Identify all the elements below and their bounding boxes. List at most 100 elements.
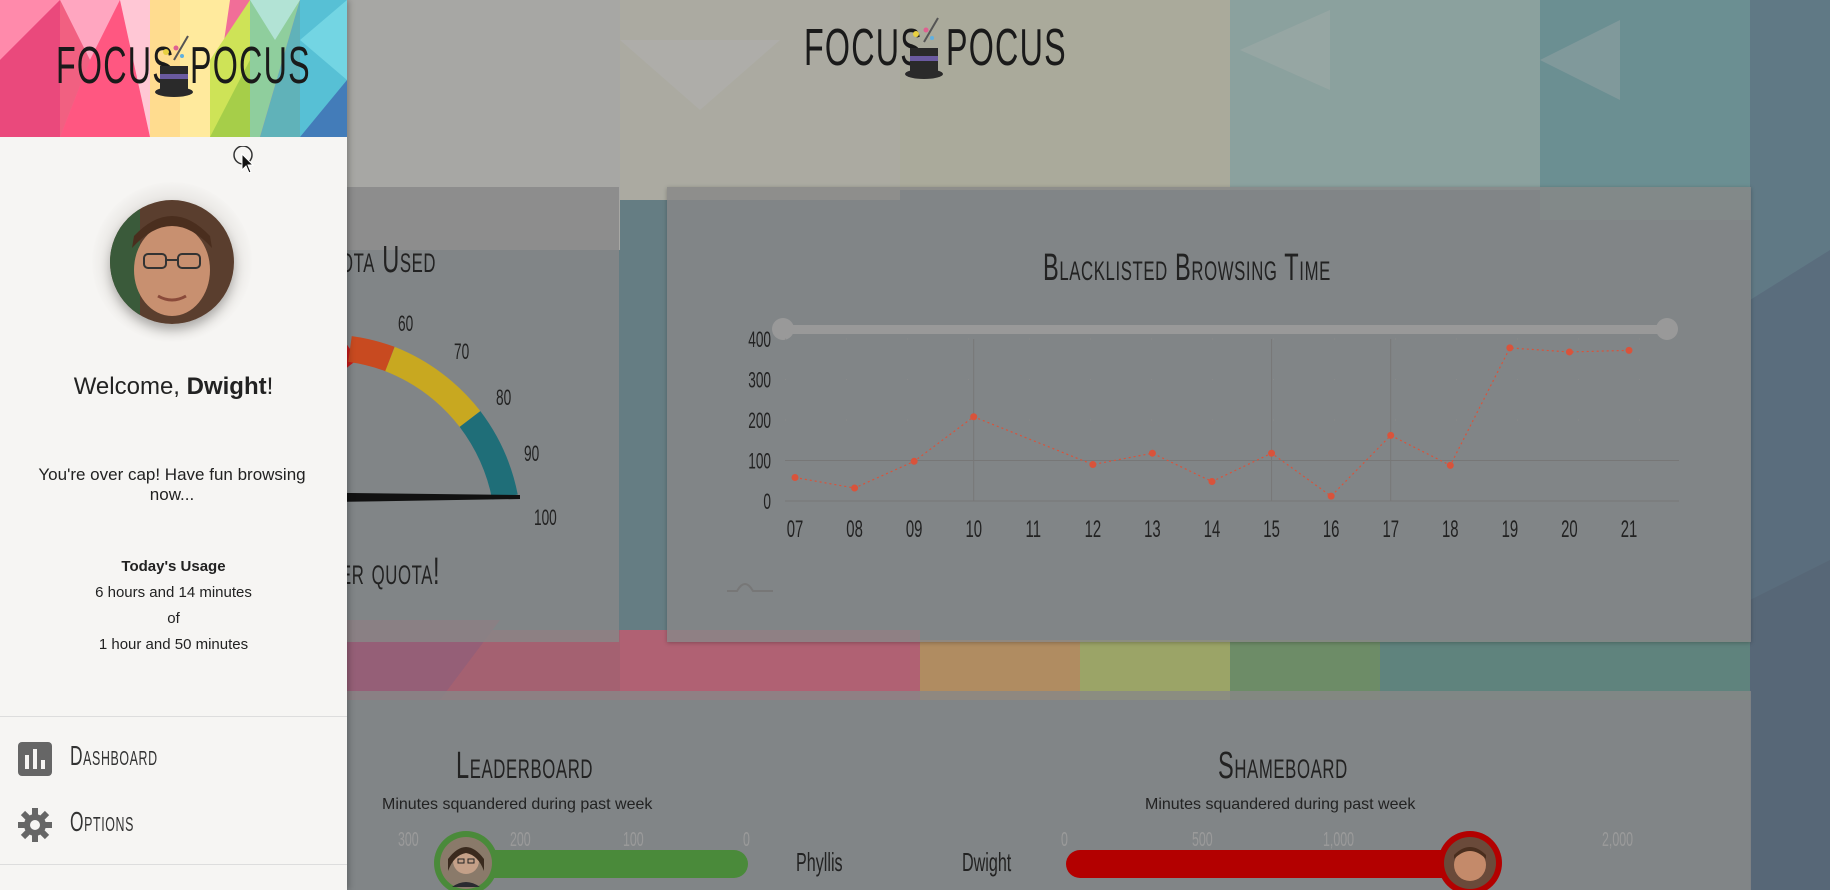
nav-divider [0,716,347,717]
boards-card: Leaderboard Minutes squandered during pa… [330,691,1751,890]
quota-card: ota Used 0 60 70 80 90 100 er quota! [324,187,619,642]
usage-title: Today's Usage [121,558,226,575]
usage-used: 6 hours and 14 minutes [95,584,252,601]
quota-gauge [330,336,520,503]
range-slider[interactable] [772,318,1678,340]
range-slider-handle-right[interactable] [1656,318,1678,340]
dwight-avatar-image [110,200,234,324]
usage-limit: 1 hour and 50 minutes [98,636,249,653]
phyllis-avatar-image [440,837,492,889]
data-point[interactable] [1506,344,1514,352]
leaderboard-tick: 300 [398,829,419,851]
leaderboard-tick: 100 [623,829,644,851]
welcome-suffix: ! [266,373,274,400]
shameboard-tick: 1,000 [1323,829,1355,851]
bar-chart-icon [18,742,52,776]
gauge-tick: 80 [496,385,512,410]
shameboard-tick: 500 [1192,829,1213,851]
x-tick-label: 18 [1442,517,1459,543]
shameboard-subtitle: Minutes squandered during past week [1145,796,1416,813]
data-point[interactable] [1446,461,1454,469]
usage-of: of [167,610,180,627]
x-tick-label: 12 [1085,517,1102,543]
x-tick-label: 13 [1144,517,1161,543]
gauge-tick: 100 [534,505,557,530]
y-tick-label: 0 [763,489,771,514]
logo-text-right: POCUS [946,19,1067,77]
data-point[interactable] [1625,346,1633,354]
y-tick-label: 300 [748,367,771,392]
data-point[interactable] [1208,478,1216,486]
gauge-tick: 90 [524,441,540,466]
dwight-avatar-image [1444,837,1496,889]
nav-label-dashboard: Dashboard [70,740,158,771]
data-point[interactable] [1327,492,1335,500]
shameboard-title: Shameboard [1218,745,1348,787]
leaderboard-title: Leaderboard [456,745,594,787]
shameboard-bar[interactable] [1066,850,1466,878]
leaderboard-tick: 0 [743,829,750,851]
data-point[interactable] [1387,431,1395,439]
x-tick-label: 15 [1263,517,1280,543]
gauge-tick: 70 [454,339,470,364]
x-tick-label: 19 [1502,517,1519,543]
x-tick-label: 14 [1204,517,1221,543]
gauge-tick: 60 [398,311,414,336]
shameboard-entry-name: Dwight [962,847,1012,877]
data-point[interactable] [791,474,799,482]
logo-text-right: POCUS [190,37,311,95]
shameboard-avatar[interactable] [1438,831,1502,890]
sidebar-logo: FOCUS POCUS [56,35,310,106]
welcome-prefix: Welcome, [73,373,187,400]
data-point[interactable] [970,413,978,421]
mouse-cursor-icon [233,146,254,174]
leaderboard-entry-name: Phyllis [796,847,843,877]
y-tick-label: 200 [748,408,771,433]
x-tick-label: 07 [787,517,804,543]
x-tick-label: 20 [1561,517,1578,543]
browsing-line-chart: 0 100 200 300 400 07 08 09 10 11 12 13 14 15 16 17 18 19… [727,318,1679,592]
sidebar: FOCUS POCUS Welcome, Dwight! You're over… [0,0,347,890]
x-tick-label: 08 [846,517,863,543]
x-tick-label: 09 [906,517,923,543]
x-tick-label: 16 [1323,517,1340,543]
data-point[interactable] [1565,348,1573,356]
x-tick-label: 10 [965,517,982,543]
x-tick-label: 11 [1026,517,1041,543]
range-slider-track[interactable] [783,325,1667,334]
data-point[interactable] [1089,461,1097,469]
data-point[interactable] [1148,449,1156,457]
leaderboard-tick: 200 [510,829,531,851]
x-tick-label: 17 [1382,517,1399,543]
user-avatar-wrapper [92,182,252,342]
shameboard-tick: 2,000 [1602,829,1634,851]
data-point[interactable] [851,484,859,492]
main-logo: FOCUS POCUS [800,17,1066,88]
quota-status: er quota! [340,551,441,593]
leaderboard-avatar[interactable] [434,831,498,890]
leaderboard-subtitle: Minutes squandered during past week [382,796,653,813]
cap-status-message: You're over cap! Have fun browsing now..… [38,465,306,504]
y-tick-label: 100 [748,448,771,473]
x-tick-label: 21 [1621,517,1638,543]
data-point[interactable] [910,457,918,465]
nav-divider [0,864,347,865]
shameboard-tick: 0 [1061,829,1068,851]
gear-icon [18,808,52,842]
nav-item-dashboard[interactable]: Dashboard [0,728,347,788]
range-slider-handle-left[interactable] [772,318,794,340]
user-name: Dwight [186,373,267,400]
avatar[interactable] [110,200,234,324]
browsing-time-card: Blacklisted Browsing Time 0 100 200 300 400 … [667,187,1751,642]
quota-title: ota Used [340,239,437,281]
usage-summary: Today's Usage 6 hours and 14 minutes of … [0,554,347,658]
brush-handle-icon[interactable] [727,583,773,592]
nav-item-options[interactable]: Options [0,794,347,854]
magic-hat-icon [905,17,943,79]
sidebar-header: FOCUS POCUS [0,0,347,137]
y-tick-label: 400 [748,327,771,352]
welcome-message: Welcome, Dwight! [0,373,347,401]
nav-label-options: Options [70,806,135,837]
series-line [794,347,1630,497]
data-point[interactable] [1268,449,1276,457]
